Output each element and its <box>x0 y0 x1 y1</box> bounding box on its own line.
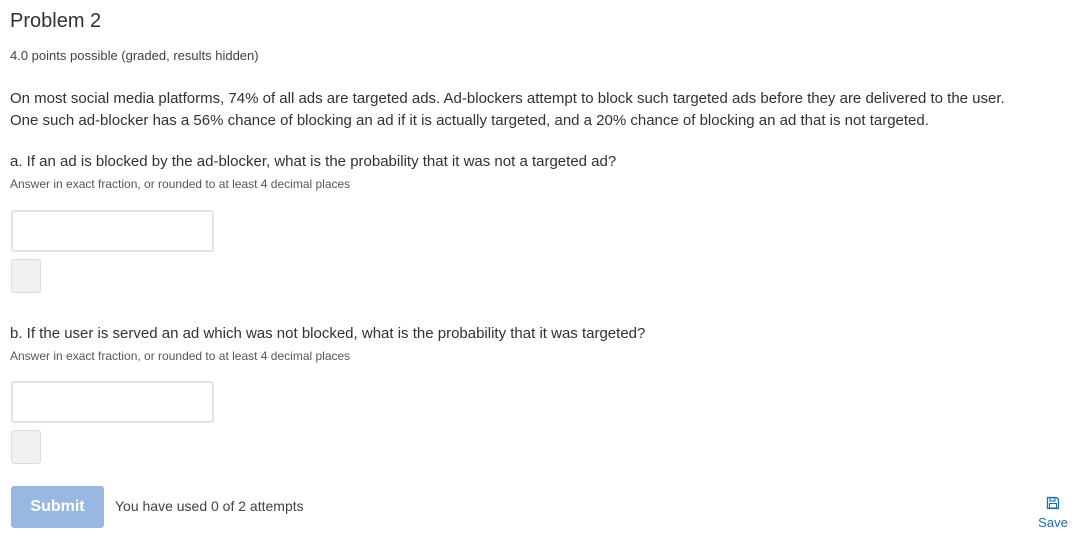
answer-b-status <box>11 430 41 464</box>
floppy-disk-icon <box>1046 496 1060 510</box>
points-possible: 4.0 points possible (graded, results hid… <box>10 48 259 63</box>
submit-button[interactable]: Submit <box>11 486 104 528</box>
question-a-label: a. If an ad is blocked by the ad-blocker… <box>10 153 617 170</box>
question-b-label: b. If the user is served an ad which was… <box>10 325 646 342</box>
problem-title: Problem 2 <box>10 10 102 32</box>
answer-a-input[interactable] <box>11 210 214 252</box>
prompt-line-2: One such ad-blocker has a 56% chance of … <box>10 112 929 129</box>
problem-container: Problem 2 4.0 points possible (graded, r… <box>10 0 1085 556</box>
prompt-line-1: On most social media platforms, 74% of a… <box>10 90 1005 107</box>
answer-a-status <box>11 259 41 293</box>
problem-prompt: On most social media platforms, 74% of a… <box>10 88 1085 132</box>
save-label: Save <box>1038 515 1068 530</box>
save-button[interactable]: Save <box>1031 496 1075 530</box>
question-a-hint: Answer in exact fraction, or rounded to … <box>10 177 351 191</box>
answer-b-input[interactable] <box>11 381 214 423</box>
attempts-counter: You have used 0 of 2 attempts <box>115 498 304 514</box>
question-b-hint: Answer in exact fraction, or rounded to … <box>10 349 351 363</box>
